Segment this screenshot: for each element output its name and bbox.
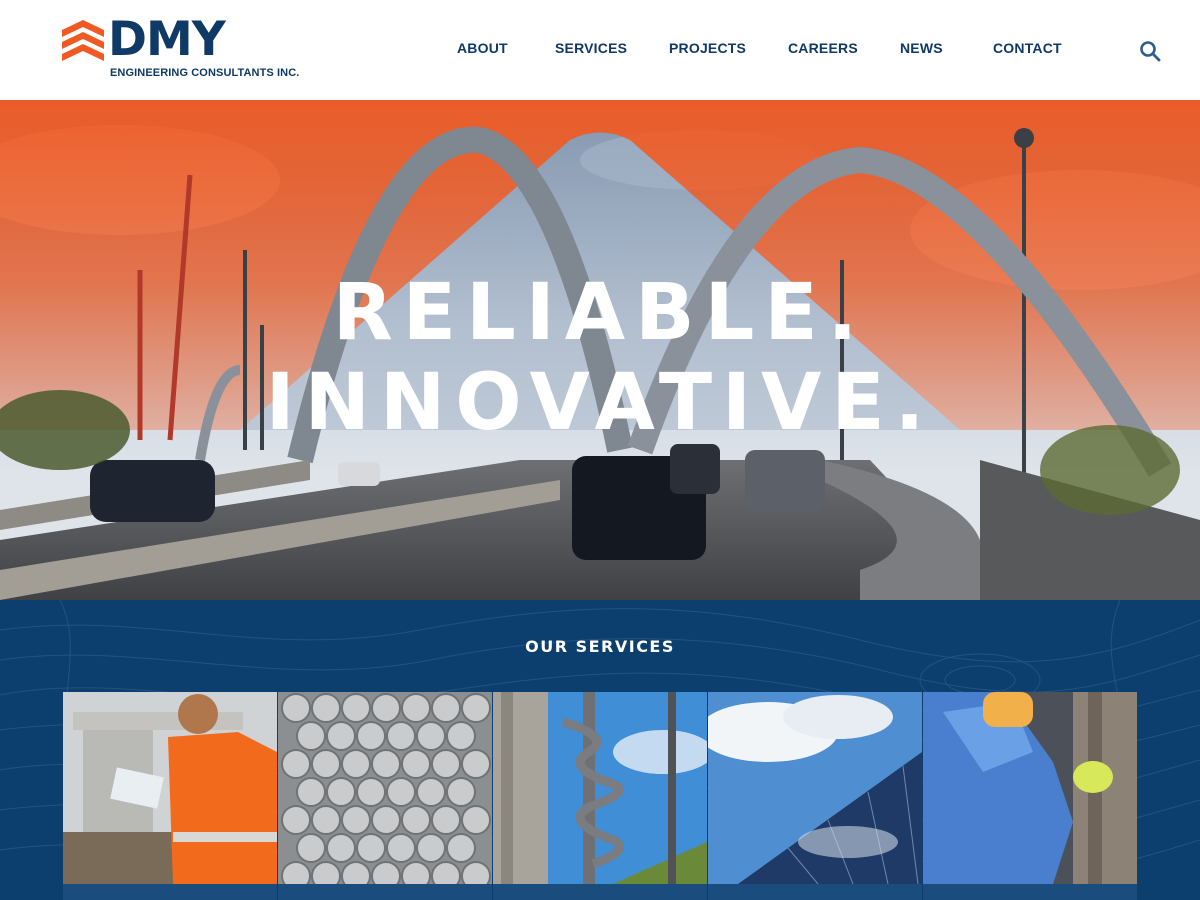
- nav-projects[interactable]: PROJECTS: [669, 40, 746, 56]
- dmy-logo[interactable]: DMY ENGINEERING CONSULTANTS INC.: [62, 12, 299, 84]
- hero-headline: RELIABLE. INNOVATIVE.: [0, 268, 1200, 448]
- tile-bar: [923, 884, 1137, 900]
- nav-about[interactable]: ABOUT: [457, 40, 508, 56]
- engineer-photo-icon: [63, 692, 277, 884]
- hero-banner: RELIABLE. INNOVATIVE.: [0, 100, 1200, 600]
- service-tile-engineer[interactable]: [63, 692, 277, 900]
- tile-bar: [278, 884, 492, 900]
- inspector-photo-icon: [923, 692, 1137, 884]
- glass-building-photo-icon: [708, 692, 922, 884]
- service-tiles: [63, 692, 1138, 900]
- nav-contact[interactable]: CONTACT: [993, 40, 1062, 56]
- nav-services[interactable]: SERVICES: [555, 40, 627, 56]
- services-title: OUR SERVICES: [525, 637, 675, 656]
- service-tile-building[interactable]: [708, 692, 922, 900]
- services-section: OUR SERVICES: [0, 600, 1200, 900]
- nav-careers[interactable]: CAREERS: [788, 40, 858, 56]
- logo-wordmark: DMY: [108, 12, 226, 67]
- steel-rods-photo-icon: [278, 692, 492, 884]
- nav-news[interactable]: NEWS: [900, 40, 943, 56]
- tile-bar: [493, 884, 707, 900]
- service-tile-materials[interactable]: [278, 692, 492, 900]
- auger-drill-photo-icon: [493, 692, 707, 884]
- logo-subtitle: ENGINEERING CONSULTANTS INC.: [110, 67, 300, 79]
- site-header: DMY ENGINEERING CONSULTANTS INC. ABOUT S…: [0, 0, 1200, 100]
- hero-line-reliable: RELIABLE.: [332, 268, 868, 358]
- search-icon[interactable]: [1138, 39, 1162, 63]
- logo-chevron-icon: [62, 20, 104, 61]
- hero-line-innovative: INNOVATIVE.: [265, 358, 935, 448]
- tile-bar: [63, 884, 277, 900]
- service-tile-geotechnical[interactable]: [493, 692, 707, 900]
- tile-bar: [708, 884, 922, 900]
- service-tile-environmental[interactable]: [923, 692, 1137, 900]
